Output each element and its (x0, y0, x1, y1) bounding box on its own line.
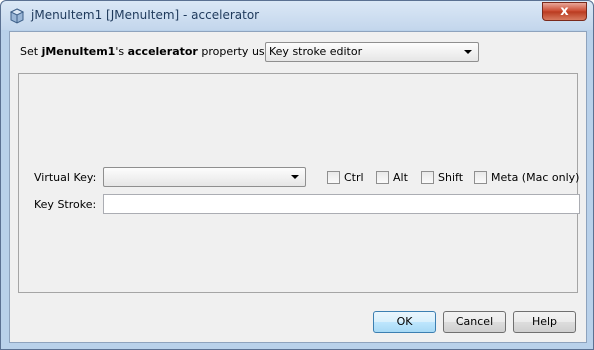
virtual-key-select[interactable] (103, 167, 306, 187)
app-cube-icon (9, 8, 25, 24)
key-stroke-input[interactable] (103, 194, 580, 214)
close-icon: x (560, 4, 569, 19)
title-bar[interactable]: jMenuItem1 [JMenuItem] - accelerator x (1, 1, 593, 30)
ok-button[interactable]: OK (373, 311, 436, 333)
property-editor-caption: Set jMenuItem1's accelerator property us… (20, 45, 285, 59)
ctrl-checkbox-box[interactable] (327, 171, 340, 184)
editor-type-value: Key stroke editor (269, 45, 363, 58)
meta-checkbox-label: Meta (Mac only) (491, 171, 580, 184)
property-name: accelerator (127, 45, 198, 58)
shift-checkbox-box[interactable] (421, 171, 434, 184)
caption-possessive: 's (115, 45, 128, 58)
window-title: jMenuItem1 [JMenuItem] - accelerator (31, 8, 260, 22)
editor-type-select[interactable]: Key stroke editor (265, 42, 479, 62)
key-stroke-label: Key Stroke: (34, 198, 97, 211)
alt-checkbox-label: Alt (393, 171, 408, 184)
virtual-key-label: Virtual Key: (34, 171, 97, 184)
shift-checkbox-label: Shift (438, 171, 464, 184)
help-button[interactable]: Help (513, 311, 576, 333)
close-button[interactable]: x (542, 2, 587, 21)
chevron-down-icon (464, 50, 472, 54)
dialog-window: jMenuItem1 [JMenuItem] - accelerator x S… (0, 0, 594, 350)
dialog-content: Set jMenuItem1's accelerator property us… (9, 31, 587, 343)
alt-checkbox-box[interactable] (376, 171, 389, 184)
ctrl-checkbox-label: Ctrl (344, 171, 364, 184)
chevron-down-icon (291, 175, 299, 179)
cancel-button[interactable]: Cancel (443, 311, 506, 333)
key-stroke-editor-panel: Virtual Key: Ctrl Alt Shift Meta (Mac on… (18, 73, 580, 293)
caption-prefix: Set (20, 45, 42, 58)
meta-checkbox-box[interactable] (474, 171, 487, 184)
component-name: jMenuItem1 (41, 45, 116, 58)
